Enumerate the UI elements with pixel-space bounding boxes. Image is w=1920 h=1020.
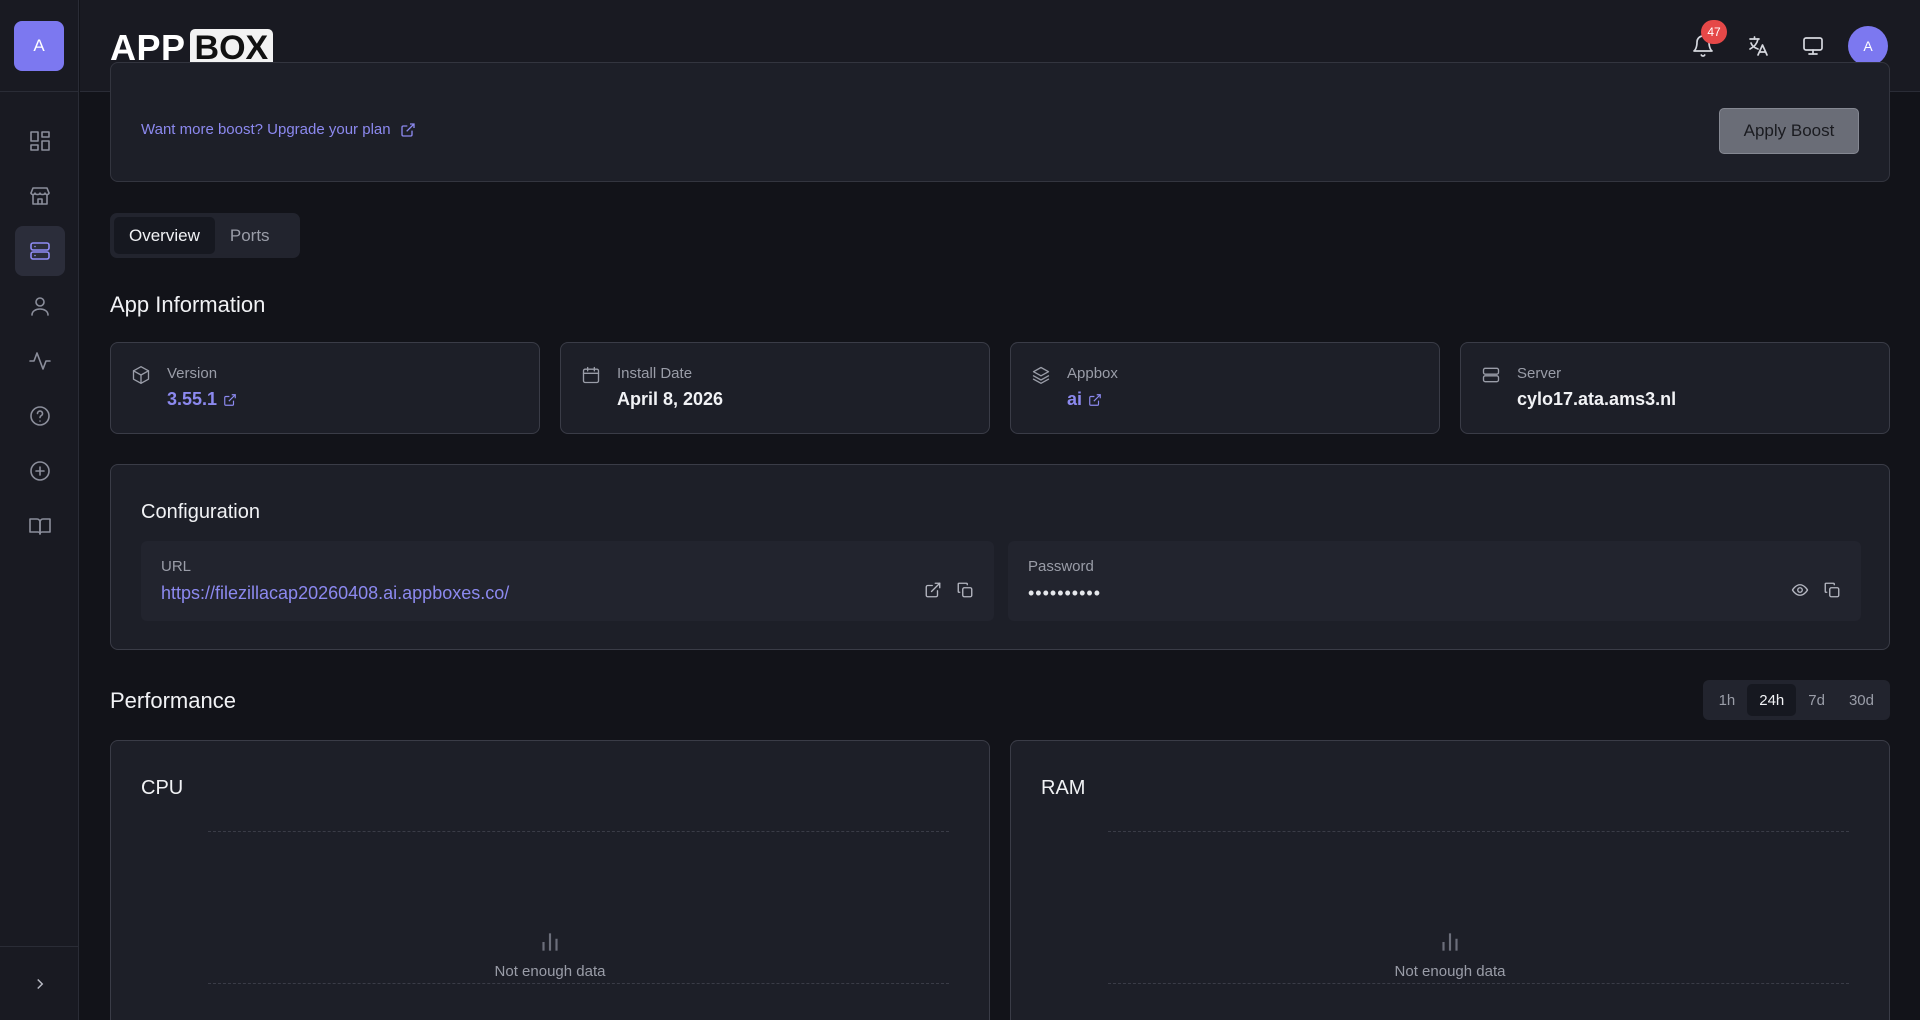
install-date-card: Install Date April 8, 2026 bbox=[560, 342, 990, 434]
version-value: 3.55.1 bbox=[167, 389, 218, 409]
copy-icon bbox=[957, 582, 973, 598]
server-card: Server cylo17.ata.ams3.nl bbox=[1460, 342, 1890, 434]
chevron-right-icon bbox=[36, 978, 43, 989]
url-label: URL bbox=[161, 558, 192, 575]
sidebar-item-account[interactable] bbox=[15, 281, 65, 331]
url-actions bbox=[910, 581, 974, 599]
gridline bbox=[1108, 983, 1849, 984]
gridline bbox=[208, 831, 949, 832]
upgrade-plan-link[interactable]: Want more boost? Upgrade your plan bbox=[141, 121, 416, 138]
calendar-icon bbox=[581, 365, 601, 390]
ram-title: RAM bbox=[1041, 777, 1086, 799]
appbox-link[interactable]: ai bbox=[1067, 389, 1102, 410]
eye-icon bbox=[1791, 584, 1809, 596]
appbox-value: ai bbox=[1067, 389, 1083, 409]
time-range-selector: 1h 24h 7d 30d bbox=[1702, 680, 1890, 720]
server-label: Server bbox=[1517, 365, 1562, 382]
tab-ports[interactable]: Ports bbox=[215, 217, 285, 254]
tab-bar: Overview Ports bbox=[110, 213, 300, 258]
configuration-card: Configuration URL https://filezillacap20… bbox=[110, 464, 1890, 650]
monitor-icon bbox=[1803, 37, 1823, 55]
help-icon bbox=[29, 406, 50, 426]
boost-card: Want more boost? Upgrade your plan Apply… bbox=[110, 62, 1890, 182]
dashboard-icon bbox=[29, 131, 50, 151]
install-date-label: Install Date bbox=[617, 365, 693, 382]
version-link[interactable]: 3.55.1 bbox=[167, 389, 237, 410]
cpu-card: CPU Not enough data bbox=[110, 740, 990, 1020]
open-url-button[interactable] bbox=[924, 581, 942, 599]
add-circle-icon bbox=[29, 461, 50, 481]
activity-icon bbox=[28, 352, 51, 370]
ram-card: RAM Not enough data bbox=[1010, 740, 1890, 1020]
apply-boost-button[interactable]: Apply Boost bbox=[1719, 108, 1859, 154]
copy-password-button[interactable] bbox=[1823, 581, 1841, 599]
install-date-value: April 8, 2026 bbox=[617, 389, 724, 409]
external-link-icon bbox=[1089, 393, 1101, 406]
user-avatar[interactable]: A bbox=[1848, 26, 1888, 66]
tab-overview[interactable]: Overview bbox=[114, 217, 215, 254]
gridline bbox=[1108, 831, 1849, 832]
sidebar-header: A bbox=[0, 0, 78, 92]
package-icon bbox=[131, 365, 151, 390]
range-7d[interactable]: 7d bbox=[1796, 684, 1837, 716]
password-value: •••••••••• bbox=[1028, 583, 1102, 603]
ram-empty-text: Not enough data bbox=[1394, 963, 1506, 980]
server-value: cylo17.ata.ams3.nl bbox=[1517, 389, 1677, 409]
url-value[interactable]: https://filezillacap20260408.ai.appboxes… bbox=[161, 583, 509, 604]
cpu-empty-text: Not enough data bbox=[494, 963, 606, 980]
gridline bbox=[208, 983, 949, 984]
bar-chart-icon bbox=[1442, 933, 1458, 951]
notifications-button[interactable]: 47 bbox=[1683, 20, 1727, 66]
book-icon bbox=[28, 518, 51, 535]
external-link-icon bbox=[925, 582, 941, 598]
sidebar-nav bbox=[0, 116, 79, 556]
app-information-title: App Information bbox=[110, 292, 266, 317]
bar-chart-icon bbox=[542, 933, 558, 951]
external-link-icon bbox=[400, 122, 415, 137]
range-24h[interactable]: 24h bbox=[1747, 684, 1797, 716]
header-actions: 47 A bbox=[1668, 20, 1888, 66]
copy-icon bbox=[1824, 582, 1840, 598]
url-field: URL https://filezillacap20260408.ai.appb… bbox=[141, 541, 994, 621]
appbox-label: Appbox bbox=[1067, 365, 1118, 382]
sidebar-item-activity[interactable] bbox=[15, 336, 65, 386]
sidebar-item-apps[interactable] bbox=[14, 226, 65, 276]
translate-icon bbox=[1749, 36, 1768, 56]
sidebar-item-help[interactable] bbox=[15, 391, 65, 441]
password-label: Password bbox=[1028, 558, 1094, 575]
layers-icon bbox=[1031, 365, 1051, 390]
display-mode-button[interactable] bbox=[1793, 26, 1833, 66]
language-button[interactable] bbox=[1738, 26, 1778, 66]
workspace-avatar[interactable]: A bbox=[14, 20, 64, 71]
sidebar-item-store[interactable] bbox=[15, 171, 65, 221]
ram-empty-state: Not enough data bbox=[1011, 929, 1889, 980]
server-icon bbox=[29, 242, 50, 260]
cpu-title: CPU bbox=[141, 777, 184, 799]
sidebar-collapse-button[interactable] bbox=[0, 946, 79, 1020]
upgrade-plan-text: Want more boost? Upgrade your plan bbox=[141, 121, 391, 138]
server-icon bbox=[1481, 365, 1501, 390]
show-password-button[interactable] bbox=[1791, 581, 1809, 599]
external-link-icon bbox=[224, 393, 236, 406]
cpu-empty-state: Not enough data bbox=[111, 929, 989, 980]
performance-title: Performance bbox=[110, 688, 236, 713]
password-actions bbox=[1777, 581, 1841, 599]
version-label: Version bbox=[167, 365, 218, 382]
sidebar: A bbox=[0, 0, 79, 1020]
sidebar-item-docs[interactable] bbox=[15, 501, 65, 551]
appbox-card: Appbox ai bbox=[1010, 342, 1440, 434]
notification-badge: 47 bbox=[1701, 20, 1727, 44]
password-field: Password •••••••••• bbox=[1008, 541, 1861, 621]
range-30d[interactable]: 30d bbox=[1837, 684, 1886, 716]
copy-url-button[interactable] bbox=[956, 581, 974, 599]
store-icon bbox=[29, 187, 50, 205]
range-1h[interactable]: 1h bbox=[1707, 684, 1748, 716]
sidebar-item-dashboard[interactable] bbox=[15, 116, 65, 166]
user-icon bbox=[30, 297, 49, 316]
configuration-title: Configuration bbox=[141, 501, 260, 523]
version-card: Version 3.55.1 bbox=[110, 342, 540, 434]
sidebar-item-add[interactable] bbox=[15, 446, 65, 496]
